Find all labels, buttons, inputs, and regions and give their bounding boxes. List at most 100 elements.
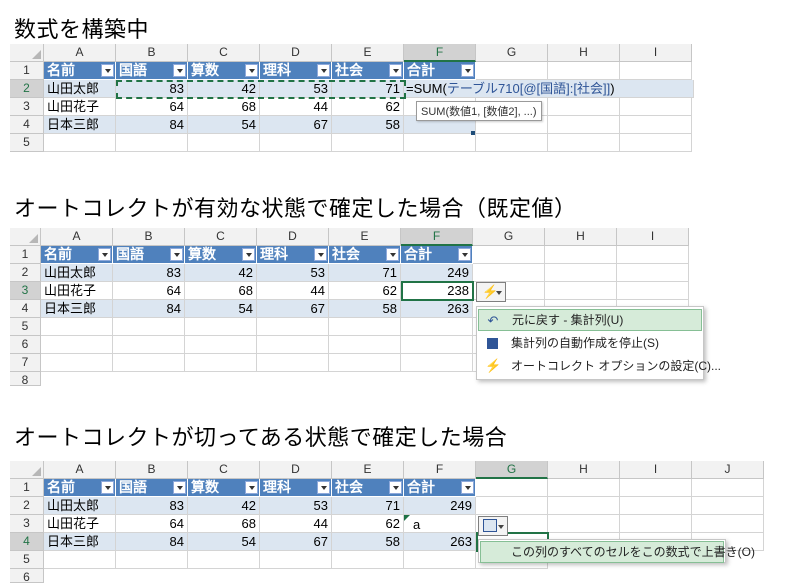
score-cell[interactable]: 83 (116, 80, 188, 98)
filter-dropdown-icon[interactable] (389, 481, 402, 494)
table-resize-handle[interactable] (471, 131, 475, 135)
score-cell[interactable]: 53 (257, 264, 329, 282)
cell[interactable] (620, 479, 692, 497)
cell[interactable] (692, 497, 764, 515)
column-header-b[interactable]: B (116, 461, 188, 479)
total-cell[interactable]: 263 (401, 300, 473, 318)
cell[interactable] (404, 134, 476, 152)
row-header[interactable]: 4 (10, 533, 44, 551)
row-header[interactable]: 3 (10, 515, 44, 533)
filter-dropdown-icon[interactable] (173, 481, 186, 494)
menu-item-overwrite-column[interactable]: この列のすべてのセルをこの数式で上書き(O) (480, 541, 755, 563)
table-header-cell[interactable]: 合計 (401, 246, 473, 264)
score-cell[interactable]: 53 (260, 497, 332, 515)
row-header[interactable]: 2 (10, 264, 41, 282)
column-header-i[interactable]: I (620, 461, 692, 479)
table-header-cell[interactable]: 社会 (332, 479, 404, 497)
name-cell[interactable]: 日本三郎 (44, 533, 116, 551)
table-header-cell[interactable]: 社会 (332, 62, 404, 80)
cell[interactable] (476, 134, 548, 152)
cell[interactable] (545, 282, 617, 300)
filter-dropdown-icon[interactable] (386, 248, 399, 261)
table-header-cell[interactable]: 名前 (44, 479, 116, 497)
row-header[interactable]: 2 (10, 80, 44, 98)
column-header-a[interactable]: A (41, 228, 113, 246)
table-header-cell[interactable]: 合計 (404, 479, 476, 497)
row-header[interactable]: 6 (10, 569, 44, 584)
column-header-a[interactable]: A (44, 44, 116, 62)
score-cell[interactable]: 42 (185, 264, 257, 282)
cell[interactable] (620, 134, 692, 152)
table-header-cell[interactable]: 算数 (185, 246, 257, 264)
cell[interactable] (260, 134, 332, 152)
filter-dropdown-icon[interactable] (389, 64, 402, 77)
cell[interactable] (617, 246, 689, 264)
cell[interactable] (548, 116, 620, 134)
row-header[interactable]: 6 (10, 336, 41, 354)
cell[interactable] (620, 515, 692, 533)
cell[interactable] (113, 354, 185, 372)
score-cell[interactable]: 71 (329, 264, 401, 282)
filter-dropdown-icon[interactable] (173, 64, 186, 77)
total-cell[interactable]: 249 (404, 497, 476, 515)
row-header[interactable]: 8 (10, 372, 41, 387)
cell[interactable] (185, 354, 257, 372)
score-cell[interactable]: 84 (113, 300, 185, 318)
filter-dropdown-icon[interactable] (458, 248, 471, 261)
score-cell[interactable]: 42 (188, 80, 260, 98)
total-cell[interactable]: 238 (401, 282, 473, 300)
column-header-c[interactable]: C (188, 44, 260, 62)
table-header-cell[interactable]: 合計 (404, 62, 476, 80)
score-cell[interactable]: 54 (188, 116, 260, 134)
cell[interactable] (548, 515, 620, 533)
cell[interactable] (548, 134, 620, 152)
cell[interactable] (617, 264, 689, 282)
score-cell[interactable]: 68 (185, 282, 257, 300)
cell[interactable] (545, 246, 617, 264)
score-cell[interactable]: 83 (113, 264, 185, 282)
formula-edit-cell[interactable]: =SUM(テーブル710[@[国語]:[社会]]) (404, 80, 694, 98)
row-header[interactable]: 2 (10, 497, 44, 515)
name-cell[interactable]: 日本三郎 (41, 300, 113, 318)
row-header[interactable]: 7 (10, 354, 41, 372)
cell[interactable] (113, 336, 185, 354)
table-header-cell[interactable]: 算数 (188, 62, 260, 80)
column-header-f[interactable]: F (401, 228, 473, 246)
row-header[interactable]: 1 (10, 246, 41, 264)
cell[interactable] (620, 116, 692, 134)
column-header-c[interactable]: C (185, 228, 257, 246)
score-cell[interactable]: 58 (329, 300, 401, 318)
cell[interactable] (545, 264, 617, 282)
score-cell[interactable]: 62 (329, 282, 401, 300)
cell[interactable] (329, 354, 401, 372)
autocorrect-options-button[interactable] (478, 516, 508, 536)
score-cell[interactable]: 44 (260, 515, 332, 533)
function-argument-tooltip[interactable]: SUM(数値1, [数値2], ...) (416, 101, 542, 121)
score-cell[interactable]: 62 (332, 515, 404, 533)
table-header-cell[interactable]: 社会 (329, 246, 401, 264)
select-all-corner[interactable] (10, 44, 44, 62)
cell[interactable] (332, 134, 404, 152)
row-header[interactable]: 4 (10, 116, 44, 134)
table-header-cell[interactable]: 国語 (113, 246, 185, 264)
filter-dropdown-icon[interactable] (101, 64, 114, 77)
score-cell[interactable]: 62 (332, 98, 404, 116)
cell[interactable] (44, 551, 116, 569)
cell[interactable] (473, 264, 545, 282)
name-cell[interactable]: 山田花子 (41, 282, 113, 300)
cell[interactable] (329, 318, 401, 336)
menu-item-stop-auto-calculated-columns[interactable]: 集計列の自動作成を停止(S) (478, 332, 702, 354)
autocorrect-options-button[interactable]: ⚡ (476, 282, 506, 302)
row-header[interactable]: 5 (10, 551, 44, 569)
cell[interactable] (620, 497, 692, 515)
score-cell[interactable]: 71 (332, 80, 404, 98)
column-header-b[interactable]: B (113, 228, 185, 246)
column-header-e[interactable]: E (332, 461, 404, 479)
cell[interactable] (401, 318, 473, 336)
score-cell[interactable]: 58 (332, 533, 404, 551)
row-header[interactable]: 1 (10, 479, 44, 497)
score-cell[interactable]: 58 (332, 116, 404, 134)
cell[interactable] (473, 246, 545, 264)
score-cell[interactable]: 64 (116, 98, 188, 116)
table-header-cell[interactable]: 名前 (44, 62, 116, 80)
